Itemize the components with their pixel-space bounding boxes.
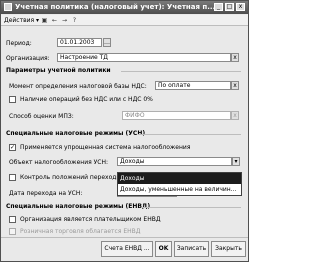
usn-object-dropdown: Доходы Доходы, уменьшенные на величин... — [117, 172, 242, 196]
period-input[interactable]: 01.01.2003 — [57, 38, 102, 47]
save-button[interactable]: Записать — [174, 241, 209, 257]
envd-payer-checkbox[interactable] — [9, 216, 16, 223]
envd-payer-label: Организация является плательщиком ЕНВД — [20, 216, 161, 223]
policy-window: Учетная политика (налоговый учет): Учетн… — [0, 0, 249, 262]
mpz-label: Способ оценки МПЗ: — [9, 113, 74, 120]
usn-object-label: Объект налогообложения УСН: — [9, 159, 108, 166]
document-icon — [4, 3, 12, 11]
actions-menu-label: Действия — [4, 17, 35, 24]
section-params-title: Параметры учетной политики — [6, 67, 111, 74]
close-button[interactable]: Закрыть — [211, 241, 246, 257]
section-envd-title: Специальные налоговые режимы (ЕНВД) — [6, 203, 151, 210]
actions-menu[interactable]: Действия ▾ — [4, 17, 39, 24]
envd-retail-checkbox[interactable] — [9, 228, 16, 235]
organization-input[interactable]: Настроение ТД — [57, 53, 231, 62]
vat-moment-label: Момент определения налоговой базы НДС: — [9, 83, 147, 90]
ok-button[interactable]: OK — [155, 241, 172, 257]
minimize-button[interactable]: _ — [214, 3, 223, 11]
footer-divider — [1, 237, 248, 238]
mpz-select[interactable]: ФИФО — [122, 111, 231, 120]
window-title: Учетная политика (налоговый учет): Учетн… — [15, 3, 216, 11]
envd-retail-label: Розничная торговля облагается ЕНВД — [20, 228, 141, 235]
organization-select-button[interactable]: x — [231, 53, 239, 62]
usn-object-select[interactable]: Доходы — [117, 157, 232, 166]
chevron-down-icon[interactable]: ▾ — [232, 157, 240, 166]
toolbar: Действия ▾ ▣ ← → ? — [1, 15, 248, 26]
divider — [141, 207, 241, 208]
dropdown-option-income[interactable]: Доходы — [118, 173, 241, 184]
simplified-tax-checkbox[interactable]: ✓ — [9, 144, 16, 151]
organization-label: Организация: — [6, 55, 50, 62]
simplified-tax-label: Применяется упрощенная система налогообл… — [20, 144, 191, 151]
transition-date-label: Дата перехода на УСН: — [9, 190, 83, 197]
divider — [121, 71, 241, 72]
vat-moment-dropdown-button[interactable]: x — [231, 81, 239, 90]
arrow-right-icon[interactable]: → — [61, 17, 68, 24]
mpz-dropdown-button[interactable]: x — [231, 111, 239, 120]
divider — [138, 134, 241, 135]
chevron-down-icon: ▾ — [36, 17, 40, 24]
close-window-button[interactable]: x — [236, 3, 245, 11]
control-checkbox[interactable] — [9, 174, 16, 181]
help-icon[interactable]: ? — [71, 17, 78, 24]
section-usn-title: Специальные налоговые режимы (УСН) — [6, 130, 146, 137]
vat-moment-select[interactable]: По оплате — [155, 81, 231, 90]
control-label: Контроль положений переходного — [20, 174, 131, 181]
arrow-left-icon[interactable]: ← — [51, 17, 58, 24]
vat0-label: Наличие операций без НДС или с НДС 0% — [20, 96, 153, 103]
title-bar: Учетная политика (налоговый учет): Учетн… — [1, 1, 248, 14]
vat0-checkbox[interactable] — [9, 96, 16, 103]
maximize-button[interactable]: □ — [225, 3, 234, 11]
save-icon[interactable]: ▣ — [41, 17, 48, 24]
period-label: Период: — [6, 40, 32, 47]
envd-accounts-button[interactable]: Счета ЕНВД ... — [101, 241, 153, 257]
calendar-button[interactable]: … — [103, 38, 111, 47]
dropdown-option-income-minus-expenses[interactable]: Доходы, уменьшенные на величин... — [118, 184, 241, 195]
